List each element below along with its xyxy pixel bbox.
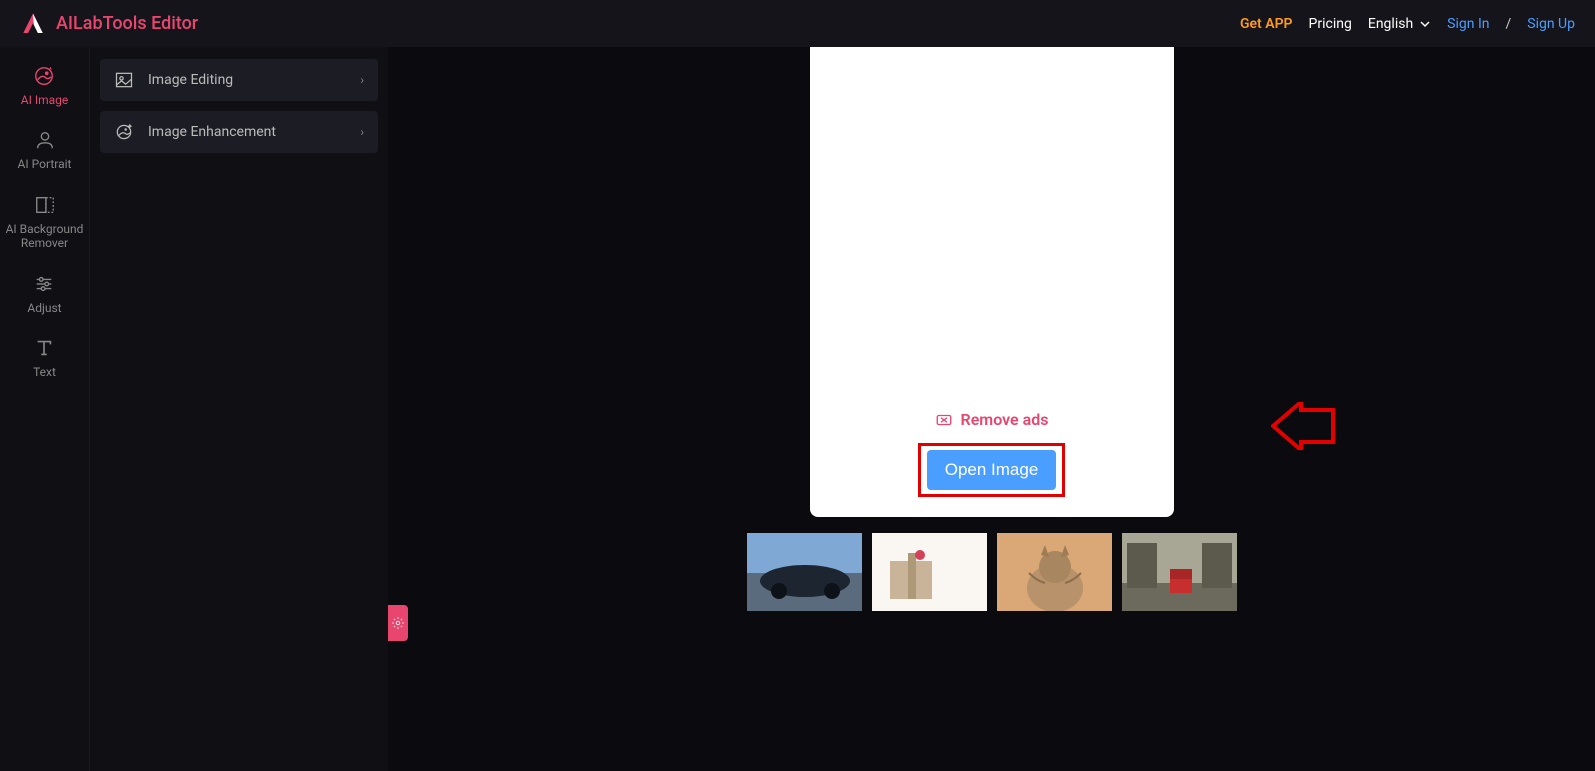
get-app-link[interactable]: Get APP xyxy=(1240,16,1293,32)
open-image-card: Remove ads Open Image xyxy=(810,47,1174,517)
left-sidebar: AI Image AI Portrait AI Background Remov… xyxy=(0,47,90,771)
thumbnail-street-chair[interactable] xyxy=(1122,533,1237,611)
main-layout: AI Image AI Portrait AI Background Remov… xyxy=(0,47,1595,771)
image-editing-icon xyxy=(114,70,134,90)
header-left: AILabTools Editor xyxy=(20,11,198,37)
open-image-highlight: Open Image xyxy=(918,443,1066,497)
language-label: English xyxy=(1368,16,1413,32)
app-header: AILabTools Editor Get APP Pricing Englis… xyxy=(0,0,1595,47)
menu-item-label: Image Enhancement xyxy=(148,124,276,140)
thumbnail-car[interactable] xyxy=(747,533,862,611)
language-select[interactable]: English xyxy=(1368,16,1431,32)
sidebar-item-label: AI Image xyxy=(21,93,68,107)
sample-thumbnails xyxy=(747,533,1237,611)
thumbnail-cat[interactable] xyxy=(997,533,1112,611)
app-title: AILabTools Editor xyxy=(56,13,198,34)
adjust-icon xyxy=(33,273,55,295)
bg-remover-icon xyxy=(34,194,56,216)
remove-ads-icon xyxy=(935,411,953,429)
sidebar-item-bg-remover[interactable]: AI Background Remover xyxy=(0,194,89,251)
ai-image-icon xyxy=(33,65,55,87)
sidebar-item-ai-portrait[interactable]: AI Portrait xyxy=(14,129,76,171)
menu-item-label: Image Editing xyxy=(148,72,233,88)
open-image-button[interactable]: Open Image xyxy=(927,450,1057,490)
remove-ads-label: Remove ads xyxy=(961,410,1049,429)
sidebar-item-ai-image[interactable]: AI Image xyxy=(17,65,72,107)
header-right: Get APP Pricing English Sign In / Sign U… xyxy=(1240,16,1575,32)
menu-item-image-editing[interactable]: Image Editing › xyxy=(100,59,378,101)
sidebar-item-label: AI Background Remover xyxy=(4,222,85,251)
canvas-area: Remove ads Open Image xyxy=(388,47,1595,771)
gear-icon xyxy=(391,616,405,630)
image-enhancement-icon xyxy=(114,122,134,142)
logo-icon xyxy=(20,11,46,37)
chevron-right-icon: › xyxy=(360,73,364,87)
sidebar-item-label: AI Portrait xyxy=(18,157,72,171)
sidebar-item-text[interactable]: Text xyxy=(29,337,60,379)
chevron-right-icon: › xyxy=(360,125,364,139)
chevron-down-icon xyxy=(1419,18,1431,30)
auth-divider: / xyxy=(1505,16,1511,32)
remove-ads-link[interactable]: Remove ads xyxy=(935,410,1049,429)
sidebar-item-adjust[interactable]: Adjust xyxy=(23,273,65,315)
thumbnail-giftbox[interactable] xyxy=(872,533,987,611)
sub-panel: Image Editing › Image Enhancement › xyxy=(90,47,388,771)
text-icon xyxy=(33,337,55,359)
annotation-arrow-icon xyxy=(1271,402,1335,450)
history-toggle-button[interactable] xyxy=(388,605,408,641)
menu-item-image-enhancement[interactable]: Image Enhancement › xyxy=(100,111,378,153)
sign-in-link[interactable]: Sign In xyxy=(1447,16,1489,32)
ai-portrait-icon xyxy=(34,129,56,151)
sidebar-item-label: Adjust xyxy=(27,301,61,315)
pricing-link[interactable]: Pricing xyxy=(1309,16,1352,32)
sign-up-link[interactable]: Sign Up xyxy=(1527,16,1575,32)
sidebar-item-label: Text xyxy=(33,365,56,379)
